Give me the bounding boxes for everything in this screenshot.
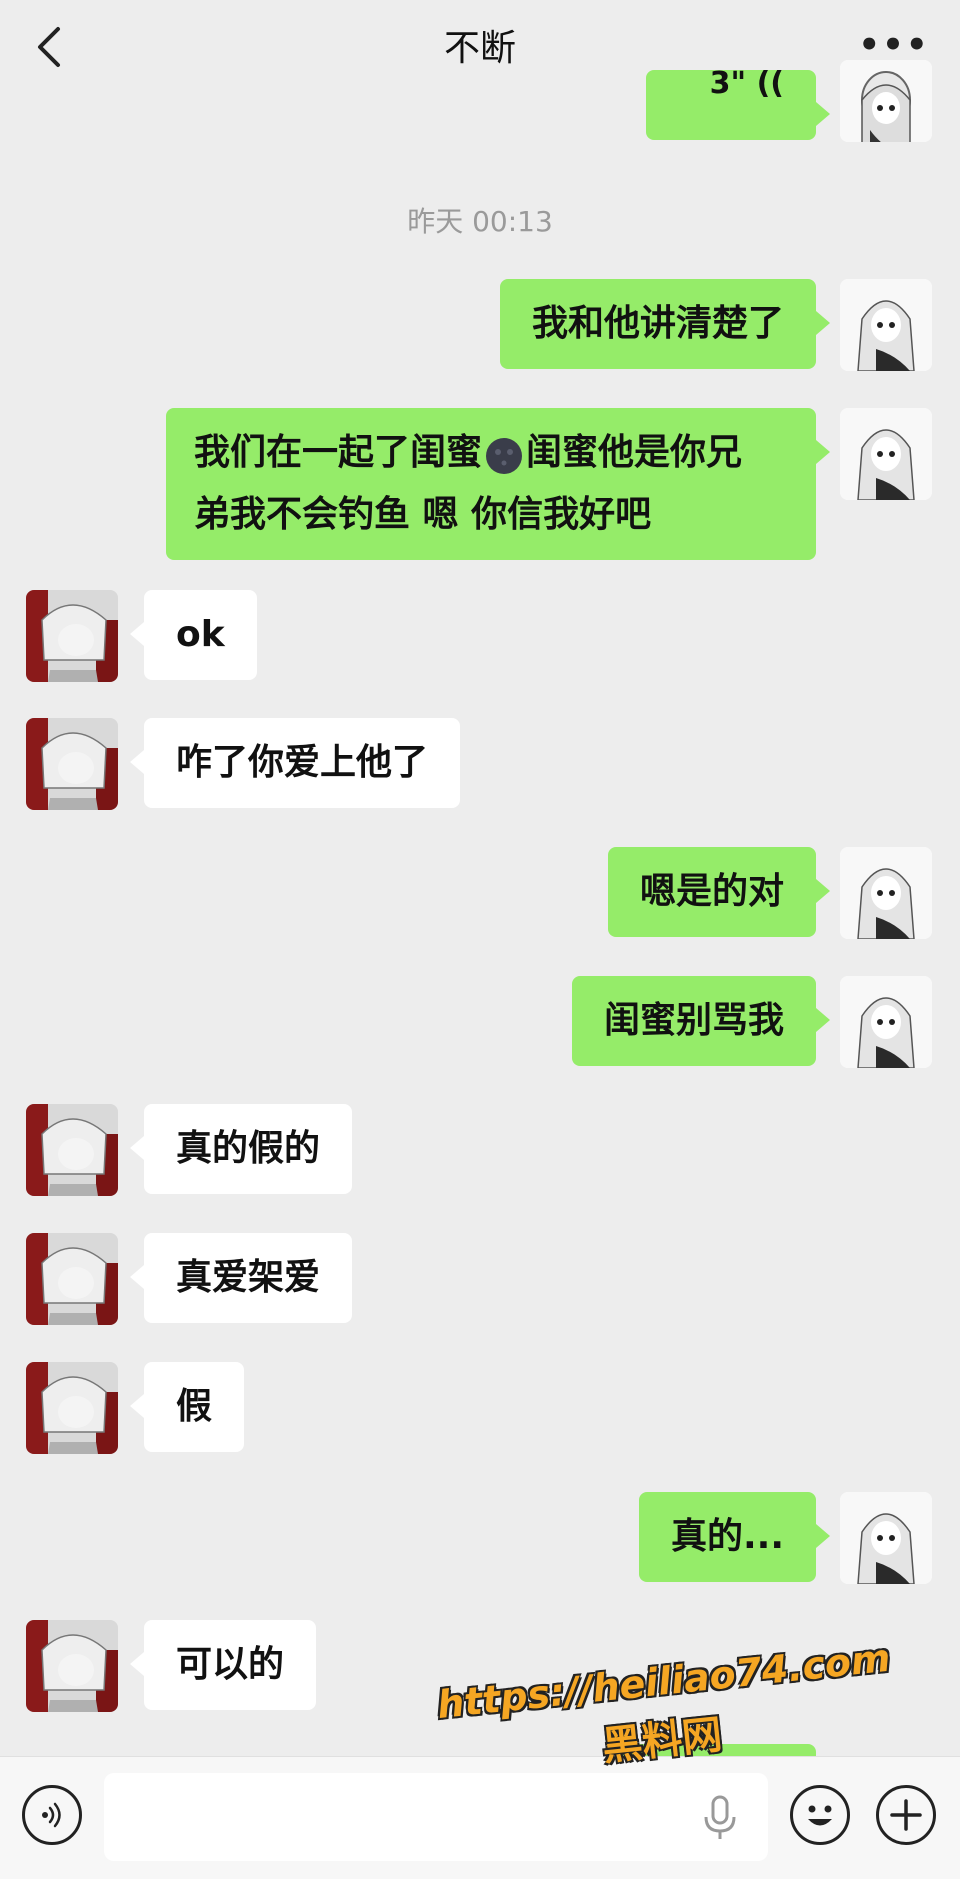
chat-header: 不断 ••• (0, 0, 960, 100)
my-avatar[interactable] (840, 976, 932, 1068)
message-text: 咋了你爱上他了 (176, 742, 429, 783)
message-bubble-received[interactable]: 真的假的 (129, 1104, 353, 1194)
chevron-left-icon (38, 27, 60, 67)
avatar-anime-icon (26, 1233, 118, 1325)
new-moon-face-icon (484, 434, 524, 474)
message-text: 我们在一起了闺蜜 (194, 432, 483, 473)
message-bubble-received[interactable]: ok (130, 590, 257, 680)
more-functions-button[interactable] (876, 1785, 936, 1845)
message-text-continued: 闺蜜他是你兄 (526, 432, 743, 473)
avatar-girl-icon (840, 976, 932, 1068)
message-text: 嗯是的对 (639, 871, 784, 912)
back-button[interactable] (28, 22, 68, 72)
message-bubble-received[interactable]: 真爱架爱 (129, 1233, 353, 1323)
contact-avatar[interactable] (26, 1233, 118, 1325)
contact-avatar[interactable] (26, 1620, 118, 1712)
emoji-button[interactable] (790, 1785, 850, 1845)
microphone-icon[interactable] (700, 1795, 740, 1841)
message-text: 闺蜜别骂我 (603, 1000, 784, 1041)
message-bubble-sent[interactable]: 我和他讲清楚了 (499, 279, 831, 369)
message-bubble-received[interactable]: 假 (129, 1362, 245, 1452)
message-bubble-received[interactable]: 可以的 (129, 1620, 317, 1710)
avatar-girl-icon (840, 1492, 932, 1584)
message-bubble-received[interactable]: 咋了你爱上他了 (129, 718, 461, 808)
voice-message-bubble[interactable]: 3" (( (646, 69, 830, 140)
voice-message-duration: 3" (( (709, 66, 784, 101)
message-text: 可以的 (176, 1644, 285, 1685)
message-input[interactable] (104, 1773, 768, 1861)
voice-input-button[interactable] (22, 1785, 82, 1845)
smiley-icon (808, 1805, 832, 1826)
my-avatar[interactable] (840, 60, 932, 142)
message-bubble-sent[interactable]: 我们在一起了闺蜜 闺蜜他是你兄 弟我不会钓鱼 嗯 你信我好吧 (166, 408, 830, 560)
my-avatar[interactable] (840, 1492, 932, 1584)
message-bubble-sent[interactable]: 真的... (638, 1492, 831, 1582)
message-bubble-sent[interactable]: 闺蜜别骂我 (571, 976, 831, 1066)
avatar-anime-icon (26, 1104, 118, 1196)
chat-timestamp: 昨天 00:13 (407, 205, 553, 238)
avatar-anime-icon (26, 718, 118, 810)
message-text: 真的... (670, 1516, 784, 1557)
message-text: 真的假的 (176, 1128, 321, 1169)
avatar-anime-icon (26, 1362, 118, 1454)
my-avatar[interactable] (840, 847, 932, 939)
contact-avatar[interactable] (26, 718, 118, 810)
avatar-girl-icon (840, 847, 932, 939)
avatar-girl-icon (840, 408, 932, 500)
message-text: ok (176, 614, 225, 655)
contact-avatar[interactable] (26, 1104, 118, 1196)
my-avatar[interactable] (840, 279, 932, 371)
avatar-anime-icon (26, 1620, 118, 1712)
avatar-girl-icon (840, 279, 932, 371)
chat-title: 不断 (443, 28, 516, 69)
message-text: 真爱架爱 (176, 1257, 321, 1298)
avatar-anime-icon (26, 590, 118, 682)
message-bubble-sent[interactable]: 嗯是的对 (607, 847, 831, 937)
message-text: 我和他讲清楚了 (531, 303, 784, 344)
contact-avatar[interactable] (26, 590, 118, 682)
my-avatar[interactable] (840, 408, 932, 500)
message-text: 假 (176, 1386, 213, 1427)
voice-icon (42, 1802, 61, 1828)
avatar-girl-icon (840, 60, 932, 142)
message-text-line2: 弟我不会钓鱼 嗯 你信我好吧 (194, 494, 652, 535)
plus-icon (890, 1799, 922, 1831)
contact-avatar[interactable] (26, 1362, 118, 1454)
